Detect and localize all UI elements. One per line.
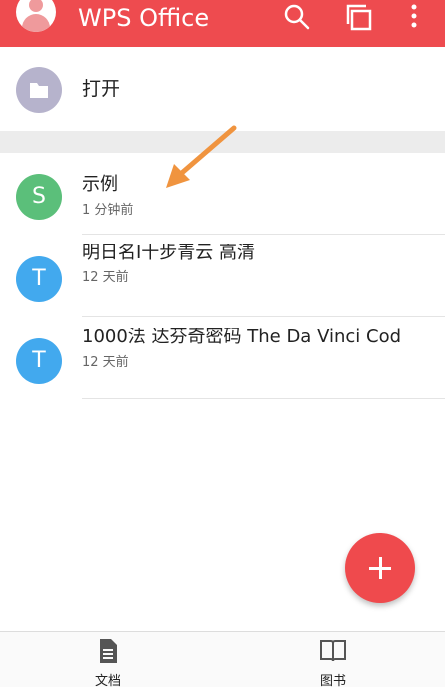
book-icon: [320, 640, 346, 662]
file-time: 12 天前: [82, 355, 129, 370]
list-item[interactable]: T 明日名I十步青云 高清 12 天前: [0, 235, 445, 317]
file-time: 1 分钟前: [82, 203, 134, 218]
tab-documents-label: 文档: [94, 674, 121, 689]
bottom-nav: 文档 图书: [0, 631, 445, 689]
file-type-icon: T: [16, 338, 62, 384]
file-name: 明日名I十步青云 高清: [82, 244, 256, 261]
add-fab-button[interactable]: [345, 533, 415, 603]
file-name: 1000法 达芬奇密码 The Da Vinci Code: [82, 328, 402, 345]
tab-documents[interactable]: 文档: [68, 638, 148, 689]
file-type-icon: S: [16, 174, 62, 220]
list-item[interactable]: T 1000法 达芬奇密码 The Da Vinci Code 12 天前: [0, 317, 445, 399]
tab-books-label: 图书: [319, 674, 346, 689]
tab-books[interactable]: 图书: [293, 638, 373, 689]
file-time: 12 天前: [82, 270, 129, 285]
file-type-icon: T: [16, 256, 62, 302]
avatar[interactable]: [16, 0, 56, 32]
more-vert-icon[interactable]: [404, 2, 424, 32]
recent-file-list: S 示例 1 分钟前 T 明日名I十步青云 高清 12 天前 T 1000法 达…: [0, 153, 445, 399]
divider: [82, 398, 445, 399]
file-name: 示例: [82, 174, 118, 195]
list-item[interactable]: S 示例 1 分钟前: [0, 153, 445, 235]
open-label: 打开: [82, 78, 121, 100]
top-app-bar: WPS Office: [0, 0, 445, 47]
open-row[interactable]: 打开: [0, 47, 445, 131]
folder-icon: [16, 67, 62, 113]
document-icon: [100, 639, 117, 663]
app-title: WPS Office: [78, 4, 210, 32]
section-divider: [0, 131, 445, 153]
search-icon[interactable]: [283, 2, 311, 32]
multi-window-icon[interactable]: [344, 2, 374, 32]
